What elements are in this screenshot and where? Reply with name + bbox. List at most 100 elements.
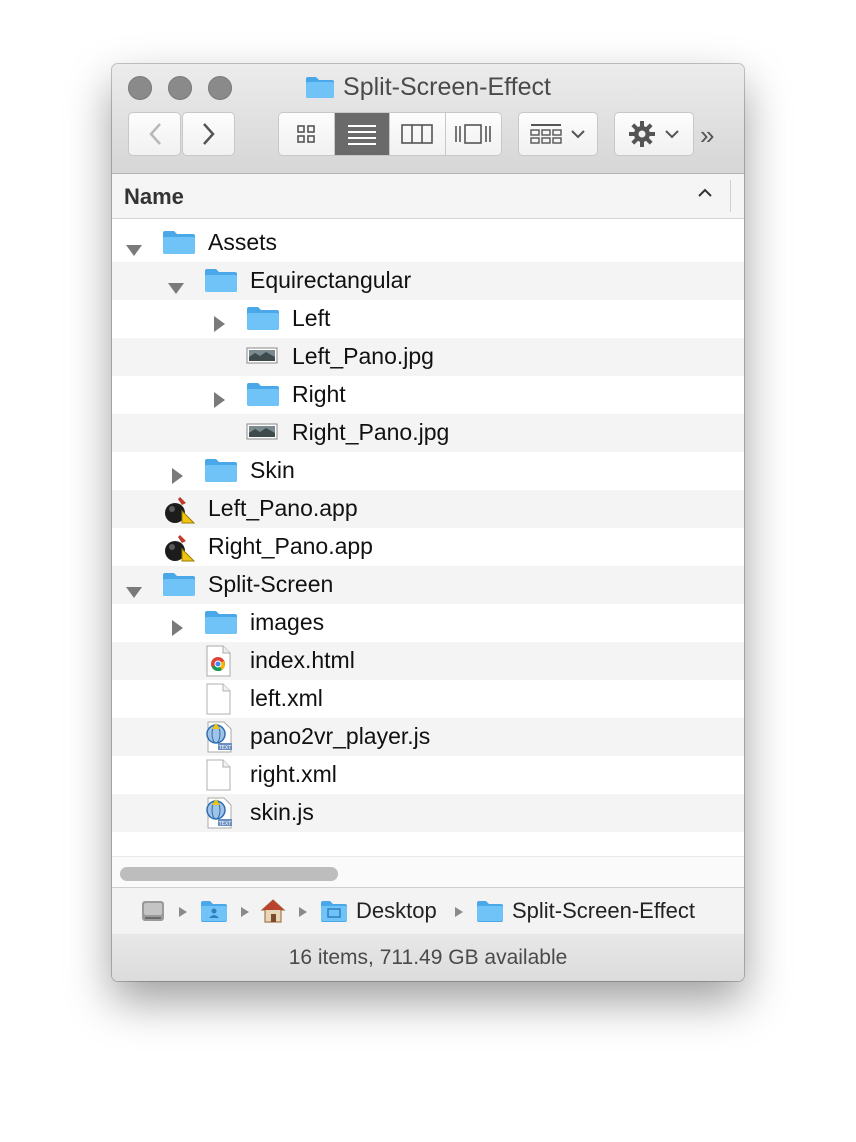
image-file-icon <box>246 343 278 375</box>
hard-drive-icon[interactable] <box>140 898 166 924</box>
list-item[interactable]: images <box>112 604 744 642</box>
status-bar: 16 items, 711.49 GB available <box>112 934 744 981</box>
horizontal-scrollbar[interactable] <box>112 856 744 887</box>
chevron-down-icon <box>571 130 585 139</box>
folder-icon <box>204 267 238 299</box>
file-name-label: left.xml <box>250 685 323 711</box>
column-divider[interactable] <box>730 180 731 212</box>
icon-view-button[interactable] <box>279 113 335 155</box>
file-name-label: skin.js <box>250 799 314 825</box>
toolbar-overflow-button[interactable]: » <box>700 120 715 151</box>
path-separator-icon <box>241 907 249 917</box>
coverflow-view-icon <box>455 124 492 144</box>
file-name-label: Right_Pano.jpg <box>292 419 450 445</box>
folder-icon[interactable] <box>476 899 504 923</box>
folder-icon <box>306 77 335 98</box>
file-name-label: Right <box>292 381 346 407</box>
list-item[interactable]: Right_Pano.app <box>112 528 744 566</box>
disclosure-triangle-right-icon[interactable] <box>212 312 226 339</box>
script-file-icon: TEXT <box>204 797 236 835</box>
file-name-label: Left_Pano.jpg <box>292 343 434 369</box>
list-item[interactable]: left.xml <box>112 680 744 718</box>
folder-icon <box>162 571 196 603</box>
scrollbar-thumb[interactable] <box>120 867 338 881</box>
path-separator-icon <box>299 907 307 917</box>
disclosure-triangle-right-icon[interactable] <box>170 464 184 491</box>
chevron-left-icon <box>148 123 161 145</box>
image-file-icon <box>246 419 278 451</box>
list-item[interactable]: TEXT pano2vr_player.js <box>112 718 744 756</box>
folder-icon <box>246 381 280 413</box>
disclosure-triangle-down-icon[interactable] <box>124 578 144 605</box>
chevron-down-icon <box>665 130 679 139</box>
folder-icon <box>204 457 238 489</box>
file-name-label: right.xml <box>250 761 337 787</box>
svg-text:TEXT: TEXT <box>218 745 233 751</box>
view-mode-control <box>278 112 502 156</box>
folder-icon <box>204 609 238 641</box>
disclosure-triangle-right-icon[interactable] <box>212 388 226 415</box>
file-name-label: images <box>250 609 325 635</box>
back-button[interactable] <box>128 112 181 156</box>
action-button[interactable] <box>614 112 694 156</box>
column-view-icon <box>401 124 434 144</box>
document-icon <box>204 759 232 797</box>
user-folder-icon[interactable] <box>200 899 228 923</box>
desktop-folder-icon[interactable] <box>320 899 348 923</box>
path-separator-icon <box>455 907 463 917</box>
list-item[interactable]: index.html <box>112 642 744 680</box>
file-name-label: Left <box>292 305 331 331</box>
application-icon <box>162 531 196 569</box>
forward-button[interactable] <box>182 112 235 156</box>
chevron-right-icon <box>202 123 215 145</box>
gear-icon <box>629 121 655 147</box>
path-separator-icon <box>179 907 187 917</box>
file-name-label: Equirectangular <box>250 267 412 293</box>
chevron-up-icon[interactable] <box>696 186 714 200</box>
column-view-button[interactable] <box>390 113 446 155</box>
window-title-text: Split-Screen-Effect <box>343 72 551 101</box>
list-item[interactable]: Left_Pano.app <box>112 490 744 528</box>
name-column-header[interactable]: Name <box>124 184 184 210</box>
arrange-button[interactable] <box>518 112 598 156</box>
disclosure-triangle-down-icon[interactable] <box>124 236 144 263</box>
list-item[interactable]: Skin <box>112 452 744 490</box>
list-item[interactable]: right.xml <box>112 756 744 794</box>
titlebar: Split-Screen-Effect » <box>112 64 744 174</box>
finder-window: Split-Screen-Effect » Name Assets Equire… <box>112 64 744 981</box>
icon-view-icon <box>297 125 316 143</box>
window-title: Split-Screen-Effect <box>112 72 744 102</box>
coverflow-view-button[interactable] <box>445 113 501 155</box>
disclosure-triangle-right-icon[interactable] <box>170 616 184 643</box>
file-list: Assets Equirectangular Left Left_Pano.jp… <box>112 224 744 870</box>
document-icon <box>204 683 232 721</box>
list-view-button[interactable] <box>334 113 391 155</box>
status-text: 16 items, 711.49 GB available <box>288 945 568 969</box>
path-item-current-folder[interactable]: Split-Screen-Effect <box>512 898 695 924</box>
disclosure-triangle-down-icon[interactable] <box>166 274 186 301</box>
file-name-label: index.html <box>250 647 355 673</box>
list-item[interactable]: Split-Screen <box>112 566 744 604</box>
home-icon[interactable] <box>260 898 286 924</box>
application-icon <box>162 493 196 531</box>
arrange-grid-icon <box>530 124 562 144</box>
file-name-label: Split-Screen <box>208 571 334 597</box>
file-name-label: Left_Pano.app <box>208 495 358 521</box>
script-file-icon: TEXT <box>204 721 236 759</box>
svg-text:TEXT: TEXT <box>218 821 233 827</box>
chrome-html-file-icon <box>204 645 232 683</box>
path-bar: Desktop Split-Screen-Effect <box>112 887 744 935</box>
folder-icon <box>246 305 280 337</box>
list-item[interactable]: Right_Pano.jpg <box>112 414 744 452</box>
path-item-desktop[interactable]: Desktop <box>356 898 437 924</box>
list-item[interactable]: Assets <box>112 224 744 262</box>
list-view-icon <box>347 125 376 145</box>
list-item[interactable]: Left <box>112 300 744 338</box>
file-name-label: Right_Pano.app <box>208 533 373 559</box>
file-name-label: pano2vr_player.js <box>250 723 431 749</box>
list-item[interactable]: Equirectangular <box>112 262 744 300</box>
list-item[interactable]: TEXT skin.js <box>112 794 744 832</box>
list-item[interactable]: Right <box>112 376 744 414</box>
list-item[interactable]: Left_Pano.jpg <box>112 338 744 376</box>
column-header: Name <box>112 174 744 219</box>
